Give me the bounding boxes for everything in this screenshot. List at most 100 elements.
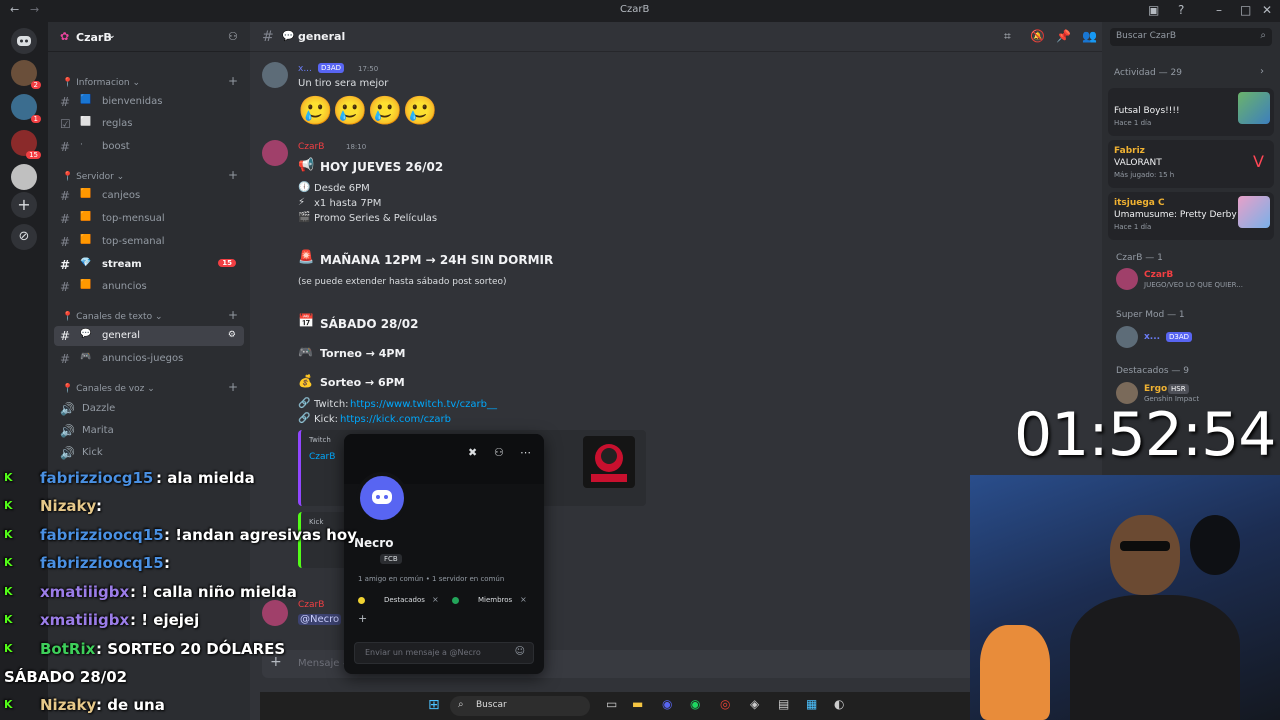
threads-icon[interactable]: ⌗ xyxy=(1004,29,1011,44)
role-pill[interactable]: Destacados × xyxy=(356,594,440,608)
dm-input[interactable]: Enviar un mensaje a @Necro ☺ xyxy=(354,642,534,664)
steam-icon[interactable]: ◐ xyxy=(834,697,844,711)
overlay-chat-line: Kxmatiiigbx: ! ejejej xyxy=(0,610,330,634)
kick-link[interactable]: https://kick.com/czarb xyxy=(340,414,451,425)
avatar[interactable] xyxy=(262,62,288,88)
title-bar: ← → CzarB ▣ ? – □ ✕ xyxy=(0,0,1280,22)
server-header[interactable]: ✿ CzarB ⌄ ⚇ xyxy=(48,22,250,52)
chat-bubble-icon: 💬 xyxy=(282,31,295,42)
channel-stream[interactable]: # 💎 stream 15 xyxy=(54,255,244,275)
members-icon[interactable]: 👥 xyxy=(1082,29,1097,43)
inbox-icon[interactable]: ▣ xyxy=(1148,3,1159,17)
mute-bell-icon[interactable]: 🔕 xyxy=(1030,29,1045,43)
timestamp: 18:10 xyxy=(346,143,367,151)
server-icon[interactable]: 1 xyxy=(11,94,41,123)
voice-channel-dazzle[interactable]: 🔊 Dazzle xyxy=(54,399,244,419)
add-channel-icon[interactable]: + xyxy=(228,168,238,182)
channel-top-mensual[interactable]: # 🟧 top-mensual xyxy=(54,209,244,229)
help-icon[interactable]: ? xyxy=(1178,3,1184,17)
add-friend-icon[interactable]: ⚇ xyxy=(494,446,504,459)
message-author[interactable]: x... xyxy=(298,64,312,74)
minimize-icon[interactable]: – xyxy=(1216,3,1222,17)
channel-reglas[interactable]: ☑ ⬜ reglas xyxy=(54,114,244,134)
channel-canjeos[interactable]: # 🟧 canjeos xyxy=(54,186,244,206)
chrome-icon[interactable]: ◎ xyxy=(720,697,730,711)
announce-heading: HOY JUEVES 26/02 xyxy=(320,160,444,174)
member-item[interactable]: x... D3AD xyxy=(1116,326,1276,352)
close-icon[interactable]: ✕ xyxy=(1262,3,1272,17)
message-author[interactable]: CzarB xyxy=(298,142,324,152)
embed-title[interactable]: CzarB xyxy=(309,452,335,462)
hash-icon: # xyxy=(60,95,71,109)
server-icon[interactable]: 2 xyxy=(11,60,41,89)
announce-line: Desde 6PM xyxy=(314,183,370,194)
chat-badge-icon: K xyxy=(4,642,13,655)
channel-anuncios-juegos[interactable]: # 🎮 anuncios-juegos xyxy=(54,349,244,369)
activity-card[interactable]: Futsal Boys!!!! Hace 1 día xyxy=(1108,88,1274,136)
add-server-icon[interactable]: + xyxy=(11,192,37,218)
category-voz[interactable]: 📍 Canales de voz ⌄ xyxy=(62,384,155,394)
avatar[interactable] xyxy=(356,472,408,524)
channel-bienvenidas[interactable]: # 🟦 bienvenidas xyxy=(54,92,244,112)
twitch-link[interactable]: https://www.twitch.tv/czarb__ xyxy=(350,399,497,410)
spotify-icon[interactable]: ◉ xyxy=(690,697,700,711)
channel-boost[interactable]: # · boost xyxy=(54,137,244,157)
invite-icon[interactable]: ⚇ xyxy=(228,30,238,43)
link-icon: 🔗 xyxy=(298,413,311,424)
forward-arrow-icon[interactable]: → xyxy=(30,3,39,16)
megaphone-icon: 📢 xyxy=(298,158,315,173)
taskbar-search[interactable]: ⌕ Buscar xyxy=(450,696,590,716)
back-arrow-icon[interactable]: ← xyxy=(10,3,19,16)
member-item[interactable]: CzarB JUEGO/VEO LO QUE QUIER... xyxy=(1116,268,1276,294)
category-texto[interactable]: 📍 Canales de texto ⌄ xyxy=(62,312,163,322)
windows-start-icon[interactable]: ⊞ xyxy=(428,697,440,713)
chevron-right-icon[interactable]: › xyxy=(1260,66,1264,77)
discover-icon[interactable]: ⊘ xyxy=(11,224,37,250)
app-icon[interactable]: ▦ xyxy=(806,697,817,711)
file-explorer-icon[interactable]: ▬ xyxy=(632,697,643,711)
add-role-icon[interactable]: + xyxy=(358,612,367,625)
settings-icon[interactable]: ⚙ xyxy=(228,330,236,340)
voice-channel-kick[interactable]: 🔊 Kick xyxy=(54,443,244,463)
discord-home-icon[interactable] xyxy=(11,28,37,54)
channel-top-semanal[interactable]: # 🟧 top-semanal xyxy=(54,232,244,252)
add-channel-icon[interactable]: + xyxy=(228,308,238,322)
voice-channel-marita[interactable]: 🔊 Marita xyxy=(54,421,244,441)
block-icon[interactable]: ✖ xyxy=(468,446,477,459)
activity-card[interactable]: itsjuega C Umamusume: Pretty Derby Hace … xyxy=(1108,192,1274,240)
chat-message: : ! ejejej xyxy=(130,611,200,629)
clan-tag: FCB xyxy=(380,554,402,564)
discord-icon[interactable]: ◉ xyxy=(662,697,672,711)
add-channel-icon[interactable]: + xyxy=(228,74,238,88)
activity-time: Más jugado: 15 h xyxy=(1114,171,1175,179)
channel-anuncios[interactable]: # 🟧 anuncios xyxy=(54,277,244,297)
pin-icon[interactable]: 📌 xyxy=(1056,29,1071,43)
remove-role-icon[interactable]: × xyxy=(432,595,439,604)
channel-emoji-icon: 🟧 xyxy=(80,235,92,245)
role-pill[interactable]: Miembros × xyxy=(450,594,530,608)
task-view-icon[interactable]: ▭ xyxy=(606,697,617,711)
chat-username: xmatiiigbx xyxy=(40,583,130,601)
app-icon[interactable]: ◈ xyxy=(750,697,759,711)
chevron-down-icon: ⌄ xyxy=(108,31,116,41)
chat-badge-icon: K xyxy=(4,613,13,626)
hash-icon: # xyxy=(60,212,71,226)
category-info[interactable]: 📍 Informacion ⌄ xyxy=(62,78,140,88)
more-icon[interactable]: ⋯ xyxy=(520,446,531,459)
avatar[interactable] xyxy=(262,140,288,166)
server-icon[interactable] xyxy=(11,164,37,190)
channel-general[interactable]: # 💬 general ⚙ xyxy=(54,326,244,346)
link-label: Kick: xyxy=(314,414,338,425)
emoji-icon[interactable]: ☺ xyxy=(515,646,525,657)
category-servidor[interactable]: 📍 Servidor ⌄ xyxy=(62,172,124,182)
activity-heading: Actividad — 29 xyxy=(1114,68,1182,78)
activity-card[interactable]: Fabriz VALORANT Más jugado: 15 h V xyxy=(1108,140,1274,188)
mutual-info[interactable]: 1 amigo en común • 1 servidor en común xyxy=(358,575,504,583)
search-input[interactable]: Buscar CzarB ⌕ xyxy=(1110,28,1272,46)
maximize-icon[interactable]: □ xyxy=(1240,3,1251,17)
add-channel-icon[interactable]: + xyxy=(228,380,238,394)
remove-role-icon[interactable]: × xyxy=(520,595,527,604)
chat-username: xmatiiigbx xyxy=(40,611,130,629)
server-icon[interactable]: 15 xyxy=(11,130,41,159)
app-icon[interactable]: ▤ xyxy=(778,697,789,711)
